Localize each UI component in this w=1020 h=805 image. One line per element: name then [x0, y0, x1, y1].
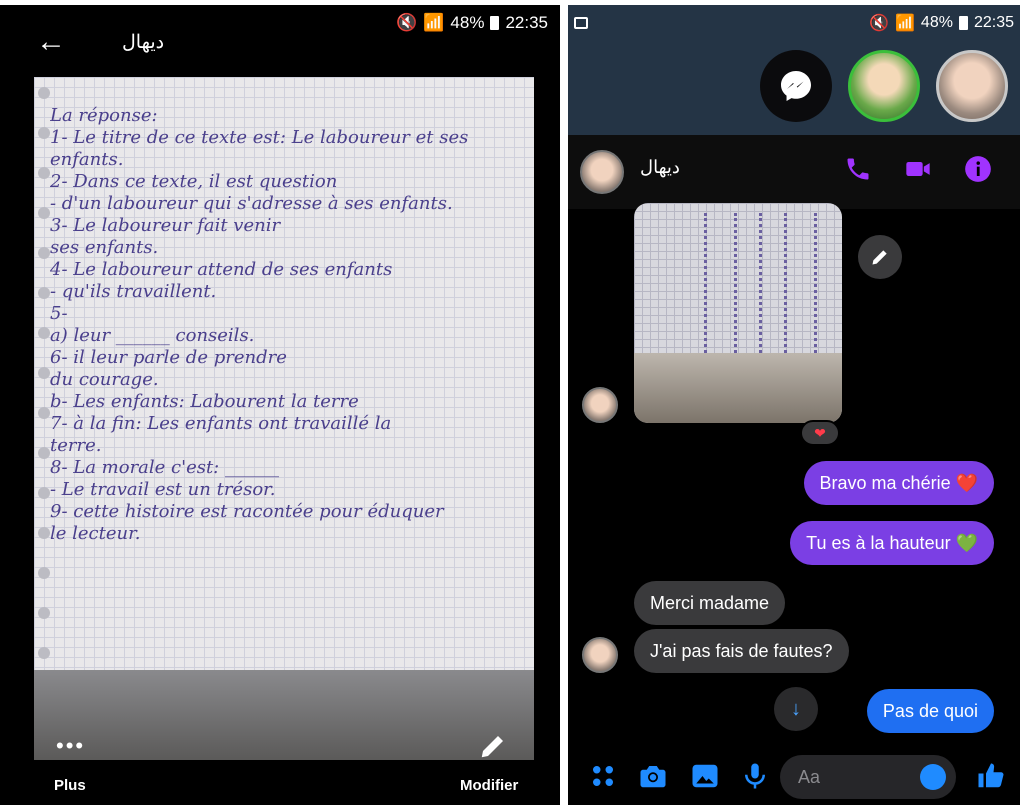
- message-outgoing[interactable]: Pas de quoi: [866, 689, 994, 733]
- photo-ink-line: [759, 213, 765, 353]
- binder-hole: [38, 367, 50, 379]
- chat-heads-area: 🔇 📶 48% 22:35: [568, 5, 1020, 135]
- handwritten-line: 5-: [50, 303, 68, 324]
- photo-ink-line: [734, 213, 740, 353]
- wifi-icon: 📶: [895, 15, 915, 32]
- contact-name[interactable]: ديهال: [640, 157, 680, 178]
- pencil-icon[interactable]: [478, 731, 508, 761]
- photo-ink-line: [704, 213, 710, 353]
- conversation-header: ديهال: [568, 135, 1020, 209]
- message-outgoing[interactable]: Tu es à la hauteur 💚: [790, 521, 994, 565]
- handwritten-line: 6- il leur parle de prendre: [50, 347, 287, 368]
- back-arrow-icon[interactable]: ←: [36, 27, 66, 57]
- battery-icon: [958, 16, 968, 30]
- handwritten-line: - qu'ils travaillent.: [50, 281, 217, 302]
- sender-avatar[interactable]: [582, 637, 618, 673]
- sender-avatar[interactable]: [582, 387, 618, 423]
- gallery-notification-icon: [574, 17, 588, 29]
- photo-floor: [634, 353, 842, 423]
- binder-hole: [38, 247, 50, 259]
- handwritten-line: a) leur ______ conseils.: [50, 325, 255, 346]
- battery-percent: 48%: [450, 13, 485, 32]
- binder-hole: [38, 567, 50, 579]
- handwritten-line: le lecteur.: [50, 523, 141, 544]
- binder-hole: [38, 527, 50, 539]
- handwritten-line: du courage.: [50, 369, 159, 390]
- photo-ink-line: [784, 213, 790, 353]
- message-incoming[interactable]: J'ai pas fais de fautes?: [634, 629, 849, 673]
- phone-icon[interactable]: [844, 155, 872, 183]
- binder-hole: [38, 327, 50, 339]
- binder-hole: [38, 167, 50, 179]
- clock: 22:35: [505, 13, 548, 32]
- more-label[interactable]: Plus: [54, 777, 86, 794]
- photo-viewer-screen: 🔇 📶 48% 22:35 ← ديهال La réponse: 1- Le t…: [0, 5, 560, 805]
- video-call-icon[interactable]: [904, 155, 932, 183]
- handwritten-line: enfants.: [50, 149, 124, 170]
- mute-icon: 🔇: [869, 15, 889, 32]
- messenger-logo-icon: [781, 71, 811, 101]
- contact-avatar[interactable]: [580, 150, 624, 194]
- messenger-bubble-icon[interactable]: [760, 50, 832, 122]
- microphone-icon[interactable]: [740, 761, 770, 791]
- pencil-icon: [872, 250, 887, 265]
- message-input-placeholder: Aa: [798, 767, 821, 787]
- status-bar: 🔇 📶 48% 22:35: [396, 13, 548, 33]
- handwritten-line: 9- cette histoire est racontée pour éduq…: [50, 501, 444, 522]
- gallery-icon[interactable]: [690, 761, 720, 791]
- binder-hole: [38, 647, 50, 659]
- binder-hole: [38, 407, 50, 419]
- handwritten-line: - Le travail est un trésor.: [50, 479, 276, 500]
- shared-photo[interactable]: [634, 203, 842, 423]
- composer-bar: Aa: [568, 747, 1020, 805]
- handwritten-line: 4- Le laboureur attend de ses enfants: [50, 259, 393, 280]
- binder-hole: [38, 607, 50, 619]
- camera-icon[interactable]: [638, 761, 668, 791]
- info-icon[interactable]: [964, 155, 992, 183]
- photo-ink-line: [814, 213, 820, 353]
- handwritten-answers: La réponse: 1- Le titre de ce texte est: …: [50, 105, 520, 545]
- handwritten-line: b- Les enfants: Labourent la terre: [50, 391, 359, 412]
- apps-menu-icon[interactable]: [588, 761, 618, 791]
- more-icon[interactable]: •••: [56, 733, 85, 759]
- emoji-icon[interactable]: [920, 764, 946, 790]
- handwritten-line: ses enfants.: [50, 237, 159, 258]
- binder-hole: [38, 447, 50, 459]
- edit-photo-button[interactable]: [858, 235, 902, 279]
- handwritten-line: 1- Le titre de ce texte est: Le laboureu…: [50, 127, 469, 148]
- handwritten-line: 8- La morale c'est: ______: [50, 457, 279, 478]
- handwritten-line: terre.: [50, 435, 102, 456]
- message-outgoing[interactable]: Bravo ma chérie ❤️: [803, 461, 994, 505]
- battery-percent: 48%: [920, 14, 953, 31]
- scroll-down-button[interactable]: ↓: [774, 687, 818, 731]
- handwritten-line: 2- Dans ce texte, il est question: [50, 171, 338, 192]
- clock: 22:35: [973, 14, 1014, 31]
- message-incoming[interactable]: Merci madame: [634, 581, 786, 625]
- table-surface: [34, 670, 534, 760]
- handwritten-line: 3- Le laboureur fait venir: [50, 215, 281, 236]
- heart-reaction[interactable]: ❤: [800, 420, 840, 446]
- battery-icon: [490, 16, 500, 30]
- handwritten-line: La réponse:: [50, 105, 158, 126]
- binder-hole: [38, 127, 50, 139]
- edit-label[interactable]: Modifier: [460, 777, 518, 794]
- chat-head-avatar[interactable]: [936, 50, 1008, 122]
- messenger-screen: 🔇 📶 48% 22:35 ديهال ❤ Bravo ma chérie ❤️…: [568, 5, 1020, 805]
- mute-icon: 🔇: [396, 13, 418, 32]
- message-input[interactable]: Aa: [780, 755, 956, 799]
- binder-hole: [38, 487, 50, 499]
- binder-hole: [38, 207, 50, 219]
- like-thumb-icon[interactable]: [976, 761, 1006, 791]
- viewer-title: ديهال: [122, 32, 165, 53]
- binder-hole: [38, 287, 50, 299]
- chat-head-avatar[interactable]: [848, 50, 920, 122]
- status-bar: 🔇 📶 48% 22:35: [869, 13, 1014, 33]
- wifi-icon: 📶: [423, 13, 445, 32]
- binder-hole: [38, 87, 50, 99]
- handwritten-line: - d'un laboureur qui s'adresse à ses enf…: [50, 193, 453, 214]
- handwritten-line: 7- à la fin: Les enfants ont travaillé l…: [50, 413, 392, 434]
